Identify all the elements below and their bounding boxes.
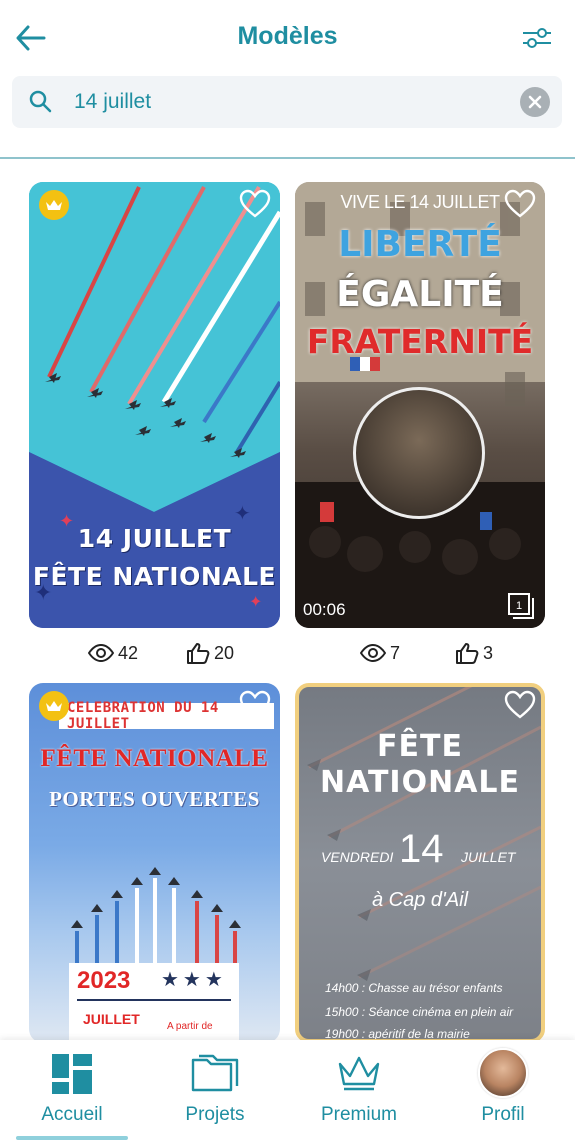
note-text: A partir de [167, 1021, 213, 1032]
views-count: 42 [118, 642, 139, 663]
views-count: 7 [390, 642, 401, 663]
nav-item-projets[interactable]: Projets [160, 1040, 270, 1140]
template-card[interactable]: CELEBRATION DU 14 JUILLET FÊTE NATIONALE… [29, 683, 280, 1043]
nav-label: Premium [320, 1104, 397, 1125]
likes-stat: 20 [186, 641, 234, 665]
views-stat: 42 [88, 641, 138, 665]
crown-icon [338, 1056, 380, 1091]
page-title: Modèles [237, 22, 338, 50]
heart-icon[interactable] [238, 188, 272, 220]
month-text: JUILLET [461, 849, 516, 865]
template-card[interactable]: ✦ ✦ ✦ ✦ 14 JUILLET FÊTE NATIONALE [29, 182, 280, 628]
program-item: 15h00 : Séance cinéma en plein air [325, 1005, 514, 1019]
search-icon [29, 90, 52, 113]
svg-text:✦: ✦ [234, 503, 251, 525]
template-line: 14 JUILLET [77, 524, 232, 553]
search-input[interactable] [74, 85, 514, 119]
panel-divider [77, 999, 231, 1001]
bottom-nav: Accueil Projets Premium Profil [0, 1040, 575, 1147]
place-text: à Cap d'Ail [371, 889, 469, 911]
year-text: 2023 [77, 967, 131, 994]
video-duration: 00:06 [303, 600, 346, 619]
divider [0, 157, 575, 159]
heart-icon[interactable] [503, 689, 537, 721]
app-header: Modèles [0, 0, 575, 72]
sliders-icon [523, 28, 551, 48]
nav-item-accueil[interactable]: Accueil [16, 1040, 128, 1140]
search-bar [12, 76, 562, 128]
folder-icon [191, 1054, 239, 1092]
template-card[interactable]: FÊTE NATIONALE VENDREDI 14 JUILLET à Cap… [295, 683, 545, 1043]
template-line: NATIONALE [319, 765, 521, 800]
close-icon [528, 95, 542, 109]
likes-count: 20 [214, 642, 235, 663]
thumbs-up-icon [187, 643, 210, 664]
nav-label: Projets [185, 1104, 245, 1125]
program-item: 14h00 : Chasse au trésor enfants [325, 981, 503, 995]
template-line: FÊTE NATIONALE [40, 745, 269, 772]
template-card[interactable]: VIVE LE 14 JUILLET LIBERTÉ ÉGALITÉ FRATE… [295, 182, 545, 628]
dashboard-icon [52, 1054, 92, 1094]
stars-text: ★★★ [161, 969, 227, 991]
avatar [478, 1048, 528, 1098]
template-line: PORTES OUVERTES [49, 787, 260, 811]
day-text: VENDREDI [321, 849, 394, 865]
heart-icon[interactable] [503, 188, 537, 220]
eye-icon [360, 644, 386, 662]
painting-medallion [353, 387, 485, 519]
template-line: ÉGALITÉ [336, 274, 504, 315]
template-line: FRATERNITÉ [306, 322, 534, 361]
nav-item-premium[interactable]: Premium [304, 1040, 414, 1140]
clear-search-button[interactable] [520, 87, 550, 117]
likes-count: 3 [483, 642, 494, 663]
multi-page-icon: 1 [508, 593, 534, 619]
premium-badge [39, 190, 69, 220]
svg-text:✦: ✦ [249, 594, 262, 611]
date-panel: 2023 ★★★ JUILLET A partir de [69, 963, 239, 1043]
template-line: LIBERTÉ [338, 224, 502, 265]
heart-icon[interactable] [238, 689, 272, 721]
premium-badge [39, 691, 69, 721]
month-text: JUILLET [83, 1011, 140, 1027]
template-line: FÊTE NATIONALE [32, 562, 277, 591]
crown-icon [46, 701, 62, 711]
nav-item-profil[interactable]: Profil [448, 1040, 558, 1140]
nav-label: Profil [481, 1104, 525, 1125]
date-number: 14 [399, 827, 444, 871]
eye-icon [88, 644, 114, 662]
template-line: FÊTE [377, 729, 463, 764]
likes-stat: 3 [455, 641, 493, 665]
program-item: 19h00 : apéritif de la mairie [325, 1027, 470, 1041]
page-count: 1 [516, 600, 522, 612]
views-stat: 7 [360, 641, 400, 665]
nav-label: Accueil [41, 1104, 103, 1125]
crown-icon [46, 200, 62, 210]
thumbs-up-icon [456, 643, 479, 664]
filter-button[interactable] [517, 20, 557, 56]
active-tab-indicator [16, 1136, 128, 1140]
